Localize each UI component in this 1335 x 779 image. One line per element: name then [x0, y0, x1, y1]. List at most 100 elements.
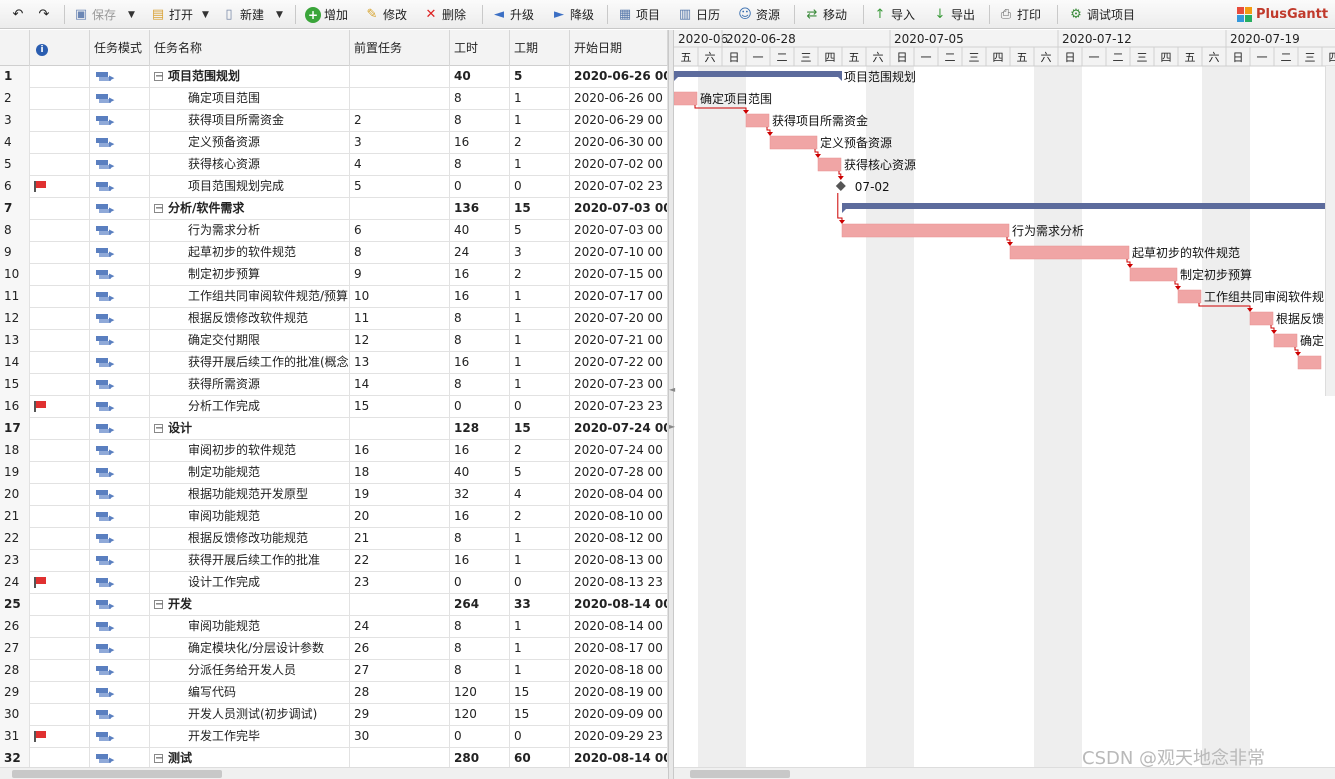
duration-cell[interactable]: 1: [510, 374, 570, 396]
duration-cell[interactable]: 33: [510, 594, 570, 616]
collapse-toggle-icon[interactable]: −: [154, 424, 163, 434]
start-date-cell[interactable]: 2020-09-29 23: [570, 726, 668, 748]
work-cell[interactable]: 8: [450, 660, 510, 682]
table-row[interactable]: 1 ▶ − 项目范围规划 40 5 2020-06-26 00: [0, 66, 668, 88]
work-cell[interactable]: 40: [450, 66, 510, 88]
predecessor-cell[interactable]: 12: [350, 330, 450, 352]
mode-cell[interactable]: ▶: [90, 110, 150, 132]
table-row[interactable]: 31 ▶ 开发工作完毕 30 0 0 2020-09-29 23: [0, 726, 668, 748]
mode-cell[interactable]: ▶: [90, 308, 150, 330]
table-row[interactable]: 15 ▶ 获得所需资源 14 8 1 2020-07-23 00: [0, 374, 668, 396]
work-cell[interactable]: 0: [450, 396, 510, 418]
duration-cell[interactable]: 2: [510, 264, 570, 286]
delete-button[interactable]: ✕ 删除: [423, 0, 466, 29]
task-name-cell[interactable]: 审阅初步的软件规范: [150, 440, 350, 462]
info-cell[interactable]: [30, 638, 90, 660]
col-duration-header[interactable]: 工期: [510, 30, 570, 66]
save-dropdown[interactable]: ▼: [128, 0, 135, 29]
task-name-cell[interactable]: 确定项目范围: [150, 88, 350, 110]
mode-cell[interactable]: ▶: [90, 484, 150, 506]
predecessor-cell[interactable]: 3: [350, 132, 450, 154]
start-date-cell[interactable]: 2020-07-24 00: [570, 440, 668, 462]
mode-cell[interactable]: ▶: [90, 88, 150, 110]
start-date-cell[interactable]: 2020-07-20 00: [570, 308, 668, 330]
table-row[interactable]: 5 ▶ 获得核心资源 4 8 1 2020-07-02 00: [0, 154, 668, 176]
predecessor-cell[interactable]: [350, 66, 450, 88]
predecessor-cell[interactable]: 21: [350, 528, 450, 550]
work-cell[interactable]: 128: [450, 418, 510, 440]
work-cell[interactable]: 264: [450, 594, 510, 616]
duration-cell[interactable]: 1: [510, 154, 570, 176]
table-row[interactable]: 20 ▶ 根据功能规范开发原型 19 32 4 2020-08-04 00: [0, 484, 668, 506]
mode-cell[interactable]: ▶: [90, 330, 150, 352]
info-cell[interactable]: [30, 264, 90, 286]
duration-cell[interactable]: 1: [510, 110, 570, 132]
start-date-cell[interactable]: 2020-08-19 00: [570, 682, 668, 704]
work-cell[interactable]: 136: [450, 198, 510, 220]
info-cell[interactable]: [30, 528, 90, 550]
duration-cell[interactable]: 2: [510, 132, 570, 154]
table-row[interactable]: 4 ▶ 定义预备资源 3 16 2 2020-06-30 00: [0, 132, 668, 154]
task-name-cell[interactable]: 工作组共同审阅软件规范/预算: [150, 286, 350, 308]
predecessor-cell[interactable]: 29: [350, 704, 450, 726]
info-cell[interactable]: [30, 176, 90, 198]
start-date-cell[interactable]: 2020-08-14 00: [570, 616, 668, 638]
info-cell[interactable]: [30, 132, 90, 154]
task-bar[interactable]: [817, 157, 842, 172]
task-name-cell[interactable]: 开发工作完毕: [150, 726, 350, 748]
grid-horizontal-scrollbar[interactable]: [0, 767, 668, 779]
predecessor-cell[interactable]: 18: [350, 462, 450, 484]
table-row[interactable]: 11 ▶ 工作组共同审阅软件规范/预算 10 16 1 2020-07-17 00: [0, 286, 668, 308]
work-cell[interactable]: 24: [450, 242, 510, 264]
collapse-toggle-icon[interactable]: −: [154, 754, 163, 764]
open-dropdown[interactable]: ▼: [202, 0, 209, 29]
work-cell[interactable]: 16: [450, 550, 510, 572]
task-name-cell[interactable]: 开发人员测试(初步调试): [150, 704, 350, 726]
predecessor-cell[interactable]: 23: [350, 572, 450, 594]
predecessor-cell[interactable]: 6: [350, 220, 450, 242]
mode-cell[interactable]: ▶: [90, 374, 150, 396]
task-bar[interactable]: [1297, 355, 1322, 370]
task-name-cell[interactable]: 设计工作完成: [150, 572, 350, 594]
predecessor-cell[interactable]: 9: [350, 264, 450, 286]
predecessor-cell[interactable]: 22: [350, 550, 450, 572]
duration-cell[interactable]: 1: [510, 286, 570, 308]
work-cell[interactable]: 120: [450, 682, 510, 704]
col-pred-header[interactable]: 前置任务: [350, 30, 450, 66]
task-name-cell[interactable]: 制定功能规范: [150, 462, 350, 484]
collapse-toggle-icon[interactable]: −: [154, 72, 163, 82]
predecessor-cell[interactable]: 5: [350, 176, 450, 198]
predecessor-cell[interactable]: 2: [350, 110, 450, 132]
duration-cell[interactable]: 1: [510, 308, 570, 330]
mode-cell[interactable]: ▶: [90, 220, 150, 242]
col-start-header[interactable]: 开始日期: [570, 30, 668, 66]
work-cell[interactable]: 8: [450, 330, 510, 352]
task-name-cell[interactable]: 获得开展后续工作的批准(概念: [150, 352, 350, 374]
predecessor-cell[interactable]: 27: [350, 660, 450, 682]
task-name-cell[interactable]: 确定模块化/分层设计参数: [150, 638, 350, 660]
undo-button[interactable]: ↶: [10, 0, 29, 29]
mode-cell[interactable]: ▶: [90, 132, 150, 154]
mode-cell[interactable]: ▶: [90, 638, 150, 660]
task-name-cell[interactable]: 获得开展后续工作的批准: [150, 550, 350, 572]
start-date-cell[interactable]: 2020-07-10 00: [570, 242, 668, 264]
mode-cell[interactable]: ▶: [90, 396, 150, 418]
table-row[interactable]: 28 ▶ 分派任务给开发人员 27 8 1 2020-08-18 00: [0, 660, 668, 682]
duration-cell[interactable]: 2: [510, 506, 570, 528]
table-row[interactable]: 7 ▶ − 分析/软件需求 136 15 2020-07-03 00: [0, 198, 668, 220]
mode-cell[interactable]: ▶: [90, 704, 150, 726]
mode-cell[interactable]: ▶: [90, 198, 150, 220]
new-button[interactable]: ▯ 新建: [221, 0, 264, 29]
start-date-cell[interactable]: 2020-08-10 00: [570, 506, 668, 528]
start-date-cell[interactable]: 2020-07-23 23: [570, 396, 668, 418]
table-row[interactable]: 3 ▶ 获得项目所需资金 2 8 1 2020-06-29 00: [0, 110, 668, 132]
col-name-header[interactable]: 任务名称: [150, 30, 350, 66]
task-name-cell[interactable]: 获得核心资源: [150, 154, 350, 176]
info-cell[interactable]: [30, 198, 90, 220]
duration-cell[interactable]: 15: [510, 704, 570, 726]
duration-cell[interactable]: 1: [510, 528, 570, 550]
info-cell[interactable]: [30, 88, 90, 110]
mode-cell[interactable]: ▶: [90, 726, 150, 748]
table-row[interactable]: 21 ▶ 审阅功能规范 20 16 2 2020-08-10 00: [0, 506, 668, 528]
duration-cell[interactable]: 2: [510, 440, 570, 462]
